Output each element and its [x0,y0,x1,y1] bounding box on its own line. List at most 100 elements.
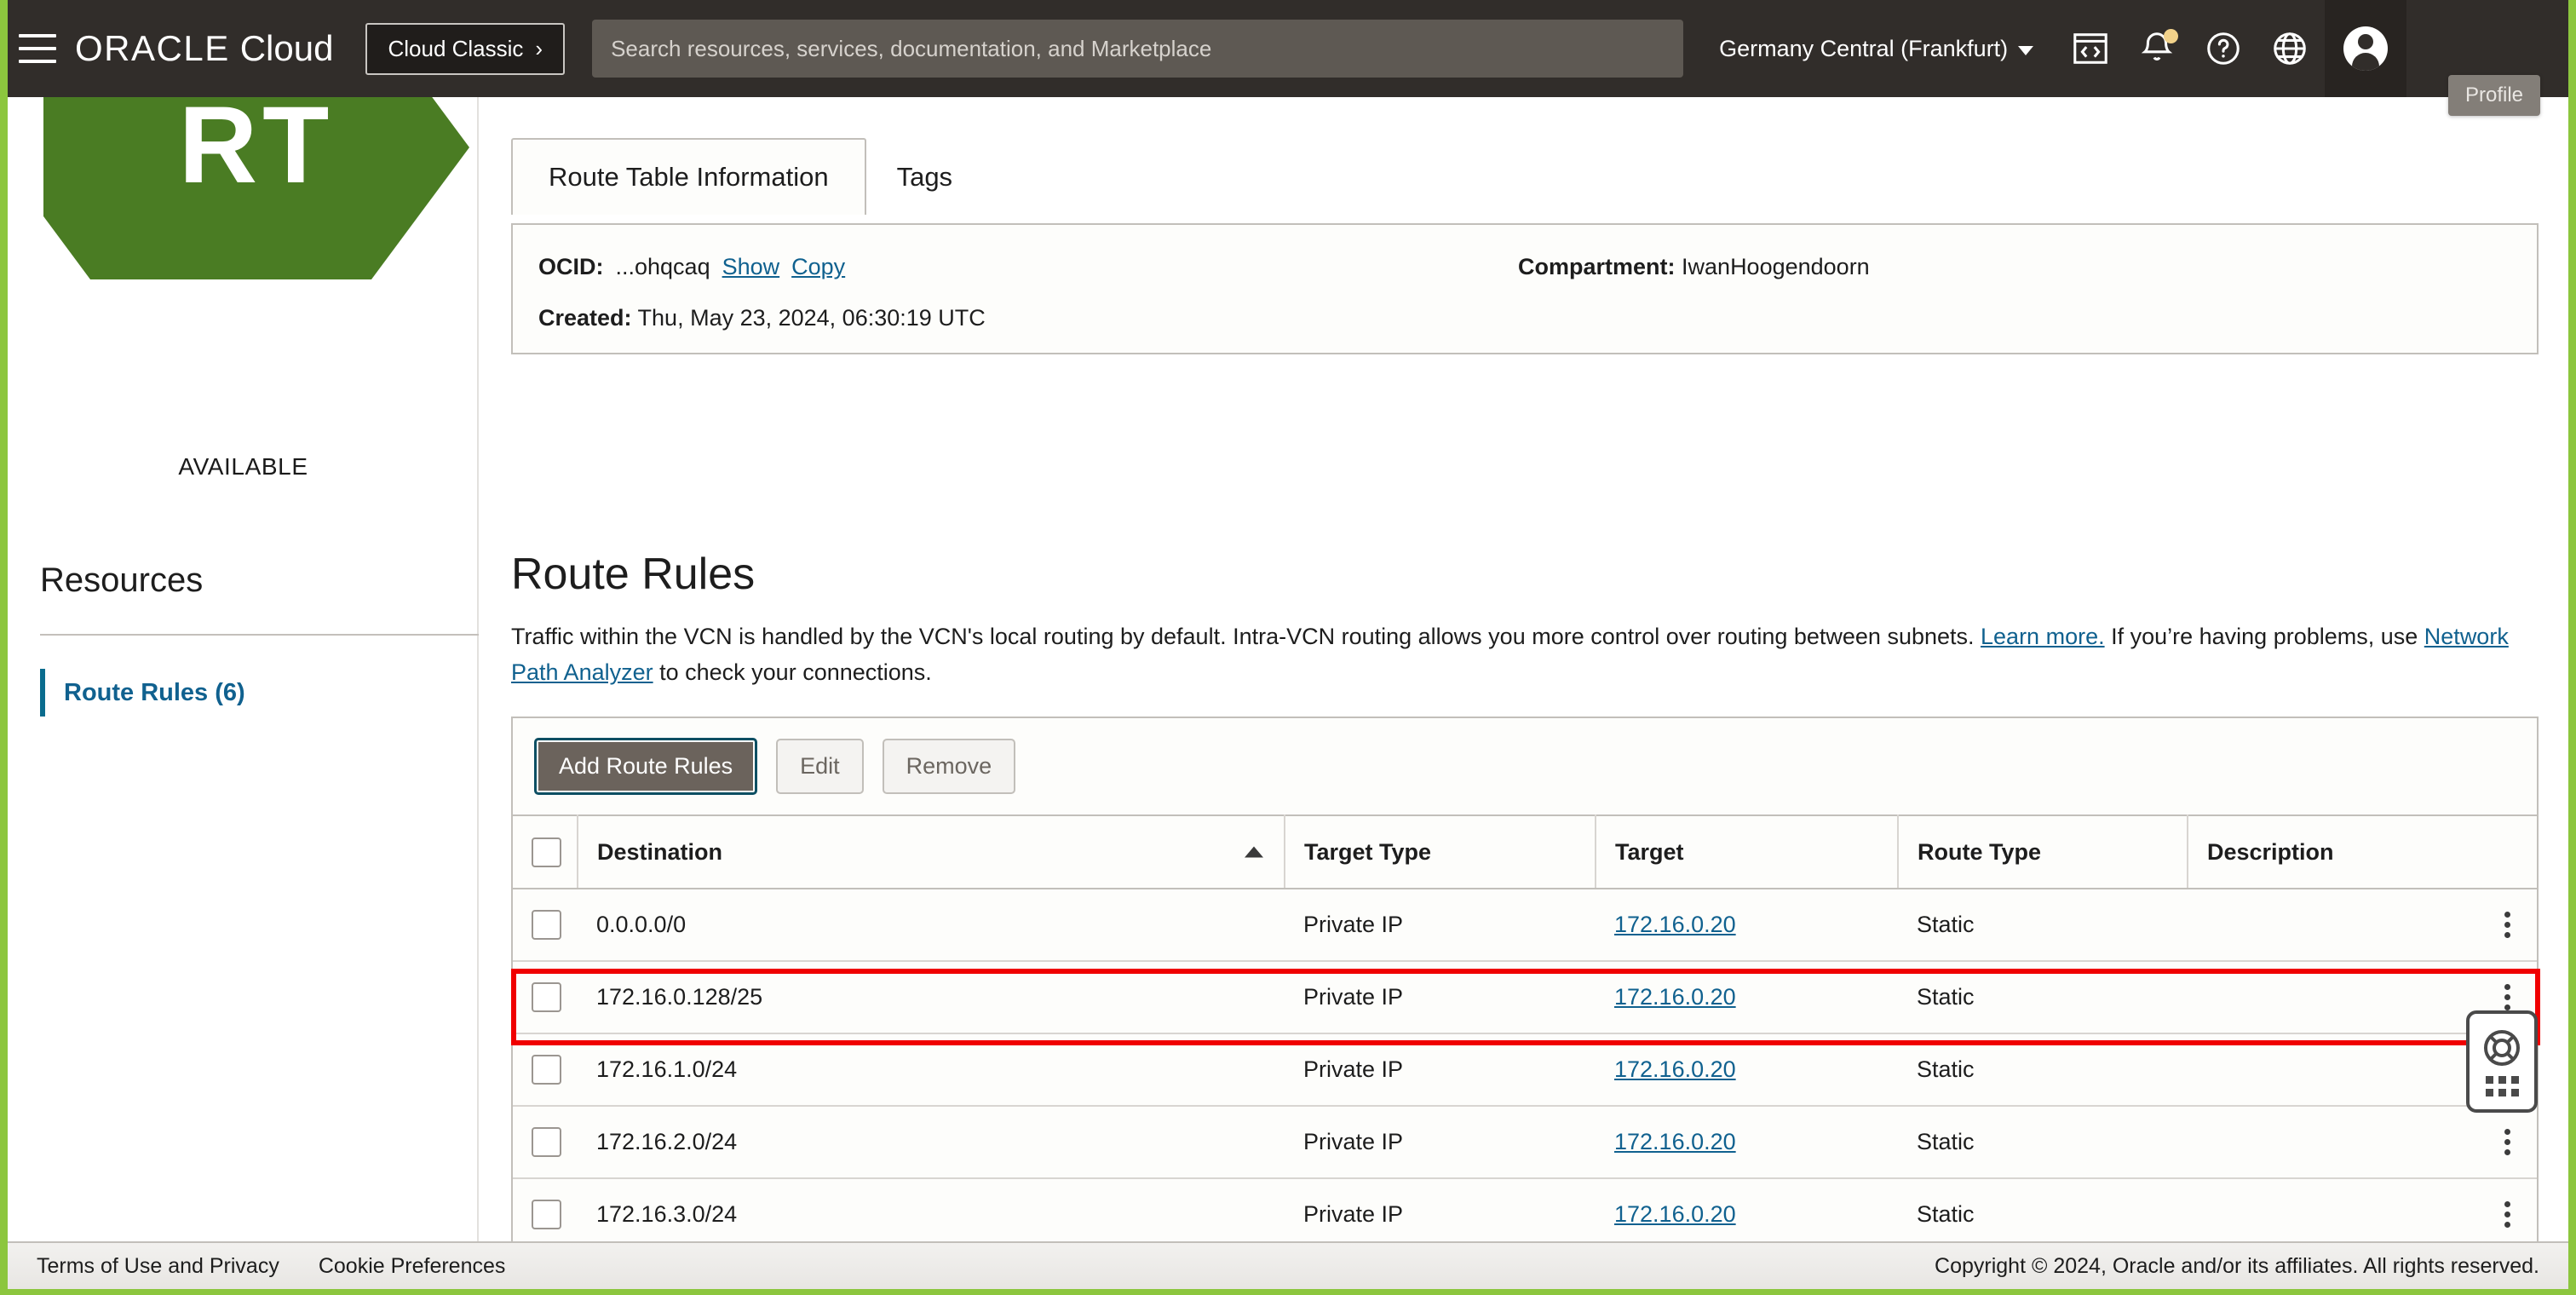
row-checkbox[interactable] [532,1127,561,1157]
column-header-target[interactable]: Target [1596,815,1898,889]
page-border-right [2568,0,2576,1295]
column-header-target-type[interactable]: Target Type [1285,815,1596,889]
table-row[interactable]: 172.16.0.128/25 Private IP 172.16.0.20 S… [513,961,2537,1033]
bell-icon[interactable] [2137,29,2176,68]
route-rules-table-card: Add Route Rules Edit Remove Destination [511,717,2539,1247]
cookie-preferences-link[interactable]: Cookie Preferences [319,1254,506,1279]
description-part-2: If you’re having problems, use [2105,624,2424,649]
select-all-header [513,815,578,889]
cell-description [2188,1106,2477,1178]
route-table-info-panel: OCID: ...ohqcaq Show Copy Created: Thu, … [511,225,2539,354]
row-actions-cell [2477,1178,2537,1247]
cell-description [2188,1033,2477,1106]
row-actions-kebab-icon[interactable] [2496,1129,2518,1155]
chevron-down-icon [2018,46,2033,55]
row-actions-cell [2477,1106,2537,1178]
region-selector[interactable]: Germany Central (Frankfurt) [1719,36,2033,62]
globe-icon[interactable] [2270,29,2309,68]
created-row: Created: Thu, May 23, 2024, 06:30:19 UTC [538,305,986,331]
row-select-cell [513,889,578,961]
cell-target: 172.16.0.20 [1596,889,1898,961]
cell-description [2188,889,2477,961]
cell-target-type: Private IP [1285,1106,1596,1178]
top-navigation-bar: ORACLE Cloud Cloud Classic › Search reso… [0,0,2576,97]
row-select-cell [513,1033,578,1106]
ocid-copy-link[interactable]: Copy [791,254,845,280]
target-link[interactable]: 172.16.0.20 [1614,1201,1736,1227]
row-checkbox[interactable] [532,982,561,1012]
compartment-label: Compartment: [1518,254,1676,279]
tab-route-table-information[interactable]: Route Table Information [511,138,866,215]
cloud-classic-label: Cloud Classic [388,36,523,62]
column-header-route-type[interactable]: Route Type [1898,815,2188,889]
help-widget-button[interactable] [2466,1010,2538,1113]
edit-button[interactable]: Edit [776,739,864,794]
table-row[interactable]: 172.16.1.0/24 Private IP 172.16.0.20 Sta… [513,1033,2537,1106]
learn-more-link[interactable]: Learn more. [1981,624,2105,649]
tab-tags[interactable]: Tags [866,138,983,215]
copyright-text: Copyright © 2024, Oracle and/or its affi… [1935,1254,2539,1279]
grid-dots-icon [2486,1076,2519,1096]
cell-description [2188,1178,2477,1247]
cell-description [2188,961,2477,1033]
cloud-wordmark: Cloud [240,28,334,69]
resource-sidebar: RT AVAILABLE Resources Route Rules (6) [8,97,479,1247]
table-row[interactable]: 172.16.2.0/24 Private IP 172.16.0.20 Sta… [513,1106,2537,1178]
table-header: Destination Target Type Target Route Typ… [513,815,2537,889]
cell-destination: 172.16.2.0/24 [578,1106,1285,1178]
search-input[interactable]: Search resources, services, documentatio… [592,20,1683,78]
cloud-classic-button[interactable]: Cloud Classic › [365,23,565,75]
hamburger-menu-icon[interactable] [19,34,56,63]
avatar [2343,26,2388,71]
row-actions-kebab-icon[interactable] [2496,912,2518,938]
cell-route-type: Static [1898,1106,2188,1178]
row-actions-kebab-icon[interactable] [2496,1201,2518,1228]
table-row[interactable]: 172.16.3.0/24 Private IP 172.16.0.20 Sta… [513,1178,2537,1247]
column-header-destination[interactable]: Destination [578,815,1285,889]
page-border-left [0,0,8,1295]
terms-of-use-link[interactable]: Terms of Use and Privacy [37,1254,279,1279]
resources-heading: Resources [40,561,203,600]
target-link[interactable]: 172.16.0.20 [1614,1056,1736,1082]
select-all-checkbox[interactable] [532,837,561,867]
target-link[interactable]: 172.16.0.20 [1614,984,1736,1010]
ocid-show-link[interactable]: Show [722,254,780,280]
profile-tooltip: Profile [2448,75,2540,116]
active-indicator-bar [40,669,45,717]
oracle-cloud-logo[interactable]: ORACLE Cloud [75,28,333,69]
row-checkbox[interactable] [532,910,561,940]
tab-bar: Route Table Information Tags [511,136,983,213]
description-part-1: Traffic within the VCN is handled by the… [511,624,1981,649]
code-window-icon[interactable] [2071,29,2110,68]
table-row[interactable]: 0.0.0.0/0 Private IP 172.16.0.20 Static [513,889,2537,961]
row-actions-kebab-icon[interactable] [2496,984,2518,1010]
cell-route-type: Static [1898,1178,2188,1247]
row-actions-cell [2477,889,2537,961]
profile-avatar-icon[interactable] [2325,0,2406,97]
row-select-cell [513,1106,578,1178]
remove-button[interactable]: Remove [883,739,1016,794]
page-footer: Terms of Use and Privacy Cookie Preferen… [8,1241,2568,1289]
row-checkbox[interactable] [532,1055,561,1085]
main-content: Route Table Information Tags OCID: ...oh… [480,97,2568,1247]
oracle-wordmark: ORACLE [75,28,230,69]
target-link[interactable]: 172.16.0.20 [1614,1129,1736,1154]
cell-route-type: Static [1898,1033,2188,1106]
route-rules-table: Destination Target Type Target Route Typ… [513,814,2537,1247]
column-header-description[interactable]: Description [2188,815,2537,889]
cell-destination: 172.16.3.0/24 [578,1178,1285,1247]
row-checkbox[interactable] [532,1200,561,1229]
sidebar-item-route-rules[interactable]: Route Rules (6) [40,664,245,722]
status-badge: AVAILABLE [8,453,479,481]
cell-route-type: Static [1898,961,2188,1033]
add-route-rules-button[interactable]: Add Route Rules [534,738,757,795]
ocid-row: OCID: ...ohqcaq Show Copy [538,254,845,280]
target-link[interactable]: 172.16.0.20 [1614,912,1736,937]
compartment-row: Compartment: IwanHoogendoorn [1518,254,1870,280]
chevron-right-icon: › [535,37,543,60]
life-ring-help-icon [2481,1027,2522,1068]
help-circle-icon[interactable] [2204,29,2243,68]
cell-destination: 172.16.1.0/24 [578,1033,1285,1106]
cell-target-type: Private IP [1285,1178,1596,1247]
cell-target: 172.16.0.20 [1596,961,1898,1033]
